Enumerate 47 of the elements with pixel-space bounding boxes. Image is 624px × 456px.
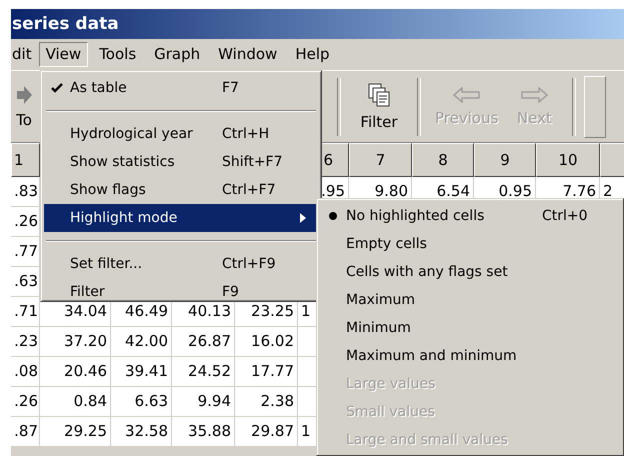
- table-cell: .87: [11, 417, 40, 447]
- window-title: series data: [12, 14, 119, 34]
- menu-item[interactable]: Help: [288, 42, 337, 67]
- table-cell: 24.52: [172, 357, 235, 387]
- menu-item[interactable]: Graph: [147, 42, 208, 67]
- menu-item[interactable]: dit: [11, 42, 39, 67]
- left-arrow-icon: [452, 86, 482, 102]
- table-cell: 16.02: [235, 327, 298, 357]
- table-cell: .71: [11, 297, 40, 327]
- column-header[interactable]: 9: [474, 143, 536, 177]
- right-arrow-icon: [519, 86, 550, 102]
- menu-item[interactable]: Empty cells: [320, 230, 620, 258]
- column-header[interactable]: [600, 143, 624, 177]
- table-cell: 37.20: [40, 327, 111, 357]
- arrow-icon: [15, 84, 33, 104]
- table-cell: 29.25: [40, 417, 111, 447]
- toolbar-button[interactable]: [584, 76, 606, 138]
- table-cell: 9.94: [172, 387, 235, 417]
- toolbar-button[interactable]: Filter: [349, 78, 409, 134]
- table-cell: 32.58: [111, 417, 172, 447]
- table-cell: 42.00: [111, 327, 172, 357]
- table-cell: 2.38: [235, 387, 298, 417]
- table-cell: 0.84: [40, 387, 111, 417]
- table-cell: 17.77: [235, 357, 298, 387]
- table-cell: 29.87: [235, 417, 298, 447]
- table-cell: 20.46: [40, 357, 111, 387]
- menu-item[interactable]: View: [38, 42, 88, 67]
- table-cell: 6.63: [111, 387, 172, 417]
- table-cell: 35.88: [172, 417, 235, 447]
- toolbar-button[interactable]: To: [11, 80, 37, 132]
- column-header[interactable]: 7: [349, 143, 412, 177]
- column-header[interactable]: 1: [11, 143, 40, 177]
- table-cell: .23: [11, 327, 40, 357]
- documents-icon: [367, 82, 391, 106]
- menu-item[interactable]: Cells with any flags set: [320, 258, 620, 286]
- table-cell: .08: [11, 357, 40, 387]
- menu-item[interactable]: Tools: [92, 42, 144, 67]
- table-cell: 26.87: [172, 327, 235, 357]
- menu-item[interactable]: Highlight mode: [44, 204, 318, 232]
- menu-item[interactable]: As table F7: [44, 74, 318, 102]
- menu-item[interactable]: Window: [211, 42, 284, 67]
- menu-item[interactable]: Maximum and minimum: [320, 342, 620, 370]
- table-cell: 39.41: [111, 357, 172, 387]
- menu-item[interactable]: Set filter... Ctrl+F9: [44, 250, 318, 278]
- column-header[interactable]: 10: [536, 143, 600, 177]
- table-cell: .26: [11, 387, 40, 417]
- column-header[interactable]: 8: [412, 143, 474, 177]
